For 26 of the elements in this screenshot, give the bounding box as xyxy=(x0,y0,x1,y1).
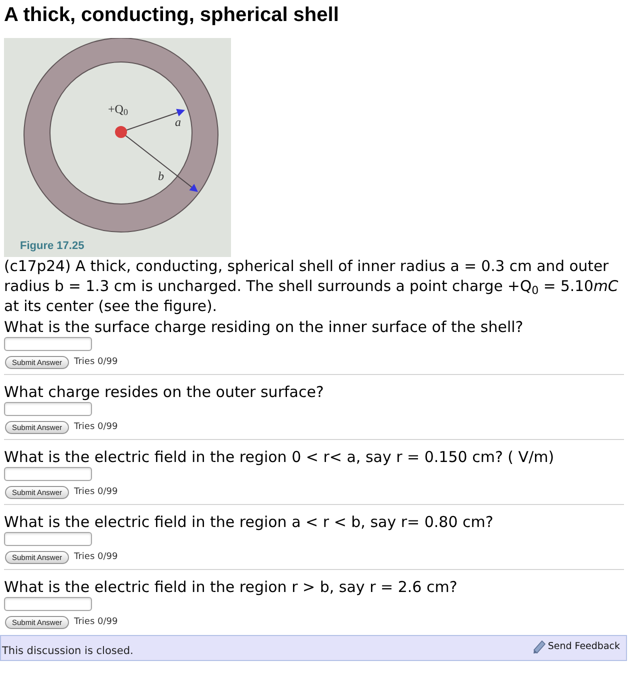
question-text: What is the surface charge residing on the inner surface of the shell? xyxy=(4,317,524,337)
question-text: What is the electric field in the region 0 < r< a, say r = 0.150 cm? ( V/m) xyxy=(4,447,556,467)
send-feedback-link[interactable]: Send Feedback xyxy=(532,640,620,654)
radius-label: b xyxy=(158,169,164,183)
answer-field[interactable] xyxy=(4,402,92,416)
radius-arrow xyxy=(125,108,185,131)
page-title: A thick, conducting, spherical shell xyxy=(4,3,340,27)
answer-field[interactable] xyxy=(4,467,92,481)
question-text: What charge resides on the outer surface? xyxy=(4,382,325,402)
intro-paragraph: (c17p24) A thick, conducting, spherical shell of inner radius a = 0.3 cm and outer radius b = 1.3 cm is uncharged. The shell surrounds a point charge +Q$_{0}$ = 5.10mC at its center (see the figure). xyxy=(4,257,620,317)
question-text: What is the electric field in the region a < r < b, say r= 0.80 cm? xyxy=(4,512,494,532)
closed-message: This discussion is closed. xyxy=(2,644,134,658)
answer-field[interactable] xyxy=(4,337,92,351)
charge-label: +Q$_{0}$ xyxy=(108,102,128,116)
question-text: What is the electric field in the region r > b, say r = 2.6 cm? xyxy=(4,577,458,597)
answer-field[interactable] xyxy=(4,597,92,611)
radius-label: a xyxy=(175,115,181,129)
tries-count: Tries 0/99 xyxy=(74,486,118,499)
tries-count: Tries 0/99 xyxy=(74,421,118,434)
tries-count: Tries 0/99 xyxy=(74,551,118,564)
tries-count: Tries 0/99 xyxy=(74,356,118,369)
point-charge-dot xyxy=(115,126,127,138)
answer-field[interactable] xyxy=(4,532,92,546)
tries-count: Tries 0/99 xyxy=(74,616,118,629)
figure-caption: Figure 17.25 xyxy=(20,239,84,254)
pen-icon xyxy=(532,640,546,654)
